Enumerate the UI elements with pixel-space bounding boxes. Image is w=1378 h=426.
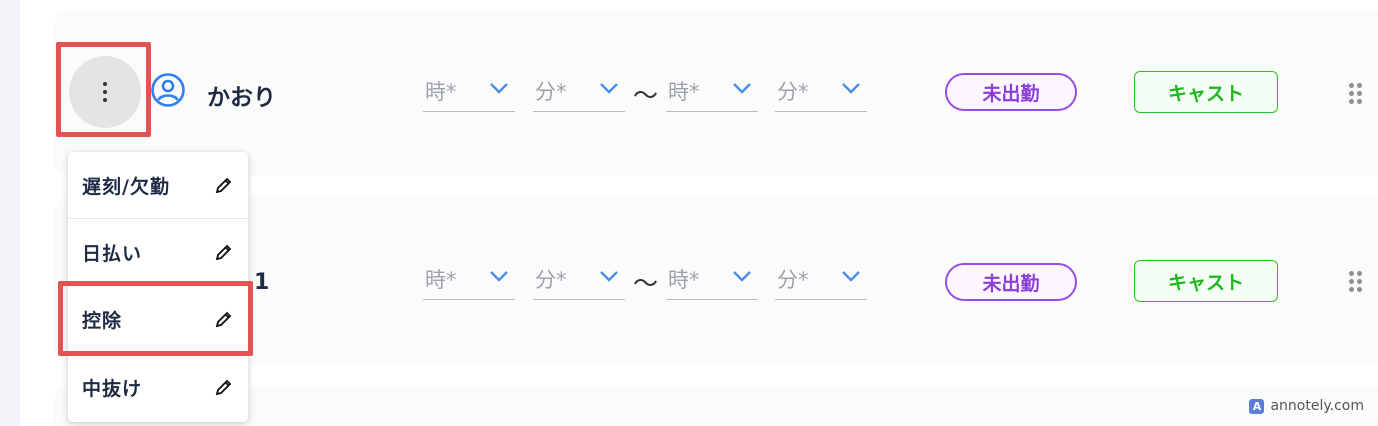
end-minute-select[interactable]: 分* [775,258,867,300]
time-range-separator: 〜 [633,81,659,110]
chevron-down-icon [733,271,751,282]
staff-row-card [54,386,1378,426]
attendance-status-badge[interactable]: 未出勤 [945,73,1077,111]
pencil-icon [215,311,232,328]
drag-handle-icon[interactable] [1349,83,1363,105]
row-menu-button[interactable] [69,56,141,128]
start-hour-placeholder: 時* [425,268,457,292]
chevron-down-icon [600,271,618,282]
end-hour-placeholder: 時* [668,268,700,292]
staff-name-partial: 1 [254,270,270,295]
end-minute-placeholder: 分* [777,268,809,292]
menu-item-label: 控除 [82,310,123,332]
end-hour-placeholder: 時* [668,80,700,104]
start-minute-placeholder: 分* [535,268,567,292]
menu-item-label: 中抜け [82,378,143,400]
chevron-down-icon [842,83,860,94]
watermark: A annotely.com [1249,398,1364,414]
pencil-icon [215,177,232,194]
time-range-separator: 〜 [633,269,659,298]
user-icon [151,73,185,107]
chevron-down-icon [733,83,751,94]
chevron-down-icon [490,83,508,94]
annotely-logo-icon: A [1249,398,1265,414]
end-minute-placeholder: 分* [777,80,809,104]
role-cast-button[interactable]: キャスト [1134,71,1278,113]
pencil-icon [215,379,232,396]
menu-item-daily-payment[interactable]: 日払い [68,219,248,286]
end-hour-select[interactable]: 時* [666,70,758,112]
chevron-down-icon [600,83,618,94]
start-minute-select[interactable]: 分* [533,258,625,300]
staff-name: かおり [207,85,276,111]
pencil-icon [215,244,232,261]
role-cast-button[interactable]: キャスト [1134,260,1278,302]
menu-item-label: 遅刻/欠勤 [82,176,170,198]
chevron-down-icon [842,271,860,282]
start-hour-select[interactable]: 時* [423,70,515,112]
end-minute-select[interactable]: 分* [775,70,867,112]
start-hour-placeholder: 時* [425,80,457,104]
start-minute-placeholder: 分* [535,80,567,104]
menu-item-deduction[interactable]: 控除 [68,286,248,353]
menu-item-late-absence[interactable]: 遅刻/欠勤 [68,152,248,219]
row-actions-menu: 遅刻/欠勤 日払い 控除 中抜け [68,152,248,422]
watermark-text: annotely.com [1270,398,1364,414]
attendance-status-badge[interactable]: 未出勤 [945,263,1077,301]
more-vertical-icon [103,82,107,102]
chevron-down-icon [490,271,508,282]
end-hour-select[interactable]: 時* [666,258,758,300]
menu-item-label: 日払い [82,243,143,265]
start-hour-select[interactable]: 時* [423,258,515,300]
start-minute-select[interactable]: 分* [533,70,625,112]
menu-item-break-out[interactable]: 中抜け [68,354,248,421]
drag-handle-icon[interactable] [1349,271,1363,293]
